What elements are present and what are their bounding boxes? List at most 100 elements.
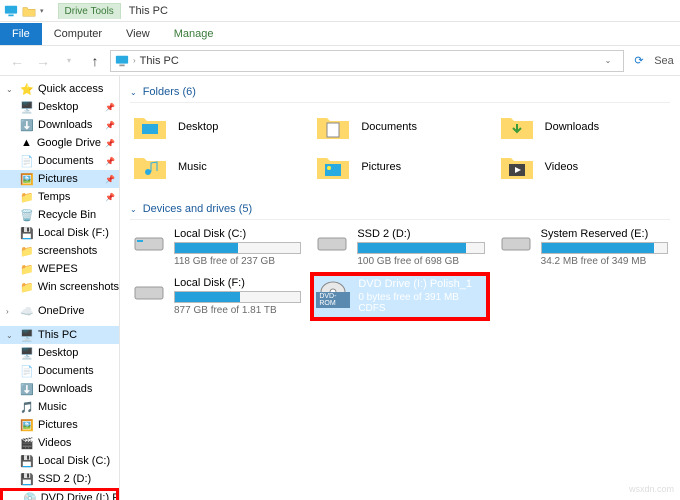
window-title: This PC bbox=[129, 5, 168, 17]
drive-local-f[interactable]: Local Disk (F:) 877 GB free of 1.81 TB bbox=[130, 275, 303, 318]
sidebar-item-pc-music[interactable]: 🎵Music bbox=[0, 398, 119, 416]
drive-local-c[interactable]: Local Disk (C:) 118 GB free of 237 GB bbox=[130, 226, 303, 269]
sidebar-item-pc-dvd[interactable]: 💿DVD Drive (I:) Polish bbox=[0, 488, 119, 500]
folder-pictures[interactable]: Pictures bbox=[313, 149, 486, 185]
expand-caret-icon[interactable]: › bbox=[6, 307, 16, 316]
content-pane: ⌄ Folders (6) Desktop Documents Download… bbox=[120, 76, 680, 500]
capacity-bar bbox=[174, 242, 301, 254]
star-icon: ⭐ bbox=[20, 82, 34, 96]
pictures-icon: 🖼️ bbox=[20, 172, 34, 186]
file-tab[interactable]: File bbox=[0, 23, 42, 45]
sidebar-item-pc-downloads[interactable]: ⬇️Downloads bbox=[0, 380, 119, 398]
pin-icon: 📌 bbox=[105, 175, 115, 184]
hdd-icon bbox=[499, 228, 533, 256]
documents-icon: 📄 bbox=[20, 364, 34, 378]
breadcrumb-this-pc[interactable]: This PC bbox=[140, 55, 179, 67]
address-input[interactable]: › This PC ⌄ bbox=[110, 50, 624, 72]
nav-forward-button: → bbox=[32, 50, 54, 72]
music-icon: 🎵 bbox=[20, 400, 34, 414]
sidebar-item-temps[interactable]: 📁Temps📌 bbox=[0, 188, 119, 206]
pin-icon: 📌 bbox=[105, 121, 115, 130]
sidebar-item-desktop[interactable]: 🖥️Desktop📌 bbox=[0, 98, 119, 116]
section-drives-header[interactable]: ⌄ Devices and drives (5) bbox=[130, 199, 670, 220]
pictures-folder-icon bbox=[315, 151, 351, 183]
drive-ssd2-d[interactable]: SSD 2 (D:) 100 GB free of 698 GB bbox=[313, 226, 486, 269]
folder-documents[interactable]: Documents bbox=[313, 109, 486, 145]
drive-icon: 💾 bbox=[20, 226, 34, 240]
tab-computer[interactable]: Computer bbox=[42, 23, 114, 45]
sidebar-item-pc-local-c[interactable]: 💾Local Disk (C:) bbox=[0, 452, 119, 470]
quick-access-folder-icon[interactable] bbox=[22, 4, 36, 18]
folder-icon: 📁 bbox=[20, 262, 34, 276]
downloads-folder-icon bbox=[499, 111, 535, 143]
drive-system-reserved-e[interactable]: System Reserved (E:) 34.2 MB free of 349… bbox=[497, 226, 670, 269]
drive-icon: 💾 bbox=[20, 472, 34, 486]
folder-icon: 📁 bbox=[20, 280, 34, 294]
sidebar-item-screenshots[interactable]: 📁screenshots bbox=[0, 242, 119, 260]
tab-manage[interactable]: Manage bbox=[162, 23, 226, 45]
downloads-icon: ⬇️ bbox=[20, 382, 34, 396]
sidebar-item-win-screenshots[interactable]: 📁Win screenshots bbox=[0, 278, 119, 296]
nav-up-button[interactable]: ↑ bbox=[84, 50, 106, 72]
collapse-caret-icon[interactable]: ⌄ bbox=[130, 205, 137, 214]
sidebar-this-pc[interactable]: ⌄ 🖥️ This PC bbox=[0, 326, 119, 344]
address-dropdown-icon[interactable]: ⌄ bbox=[597, 50, 619, 72]
collapse-caret-icon[interactable]: ⌄ bbox=[130, 88, 137, 97]
google-drive-icon: ▲ bbox=[20, 136, 33, 150]
sidebar-quick-access[interactable]: ⌄ ⭐ Quick access bbox=[0, 80, 119, 98]
this-pc-icon bbox=[115, 54, 129, 68]
navigation-pane[interactable]: ⌄ ⭐ Quick access 🖥️Desktop📌 ⬇️Downloads📌… bbox=[0, 76, 120, 500]
pin-icon: 📌 bbox=[105, 103, 115, 112]
videos-folder-icon bbox=[499, 151, 535, 183]
qat-dropdown-icon[interactable]: ▾ bbox=[36, 7, 48, 15]
expand-caret-icon[interactable]: ⌄ bbox=[6, 331, 16, 340]
pin-icon: 📌 bbox=[105, 157, 115, 166]
sidebar-item-documents[interactable]: 📄Documents📌 bbox=[0, 152, 119, 170]
folder-icon: 📁 bbox=[20, 190, 34, 204]
sidebar-item-wepes[interactable]: 📁WEPES bbox=[0, 260, 119, 278]
capacity-bar bbox=[174, 291, 301, 303]
folder-videos[interactable]: Videos bbox=[497, 149, 670, 185]
this-pc-icon: 🖥️ bbox=[20, 328, 34, 342]
nav-recent-dropdown[interactable]: ▾ bbox=[58, 50, 80, 72]
dvd-rom-badge: DVD-ROM bbox=[316, 292, 350, 308]
sidebar-item-pc-desktop[interactable]: 🖥️Desktop bbox=[0, 344, 119, 362]
sidebar-item-pc-documents[interactable]: 📄Documents bbox=[0, 362, 119, 380]
downloads-icon: ⬇️ bbox=[20, 118, 34, 132]
ribbon-tabs: File Computer View Manage bbox=[0, 22, 680, 46]
refresh-button[interactable]: ⟳ bbox=[628, 54, 650, 67]
context-tab-drive-tools[interactable]: Drive Tools bbox=[58, 3, 121, 19]
folder-desktop[interactable]: Desktop bbox=[130, 109, 303, 145]
breadcrumb-separator-icon[interactable]: › bbox=[133, 56, 136, 65]
expand-caret-icon[interactable]: ⌄ bbox=[6, 85, 16, 94]
hdd-icon bbox=[315, 228, 349, 256]
desktop-icon: 🖥️ bbox=[20, 346, 34, 360]
pin-icon: 📌 bbox=[105, 139, 115, 148]
folder-music[interactable]: Music bbox=[130, 149, 303, 185]
sidebar-item-pictures[interactable]: 🖼️Pictures📌 bbox=[0, 170, 119, 188]
address-bar: ← → ▾ ↑ › This PC ⌄ ⟳ Sea bbox=[0, 46, 680, 76]
recycle-bin-icon: 🗑️ bbox=[20, 208, 34, 222]
sidebar-item-local-disk-f[interactable]: 💾Local Disk (F:) bbox=[0, 224, 119, 242]
sidebar-item-pc-videos[interactable]: 🎬Videos bbox=[0, 434, 119, 452]
hdd-icon bbox=[132, 228, 166, 256]
sidebar-item-pc-pictures[interactable]: 🖼️Pictures bbox=[0, 416, 119, 434]
drive-dvd-i[interactable]: DVD-ROM DVD Drive (I:) Polish_1 0 bytes … bbox=[313, 275, 486, 318]
folder-downloads[interactable]: Downloads bbox=[497, 109, 670, 145]
tab-view[interactable]: View bbox=[114, 23, 162, 45]
section-folders-header[interactable]: ⌄ Folders (6) bbox=[130, 82, 670, 103]
sidebar-item-pc-ssd2[interactable]: 💾SSD 2 (D:) bbox=[0, 470, 119, 488]
desktop-icon: 🖥️ bbox=[20, 100, 34, 114]
dvd-drive-icon: DVD-ROM bbox=[316, 278, 350, 306]
app-icon bbox=[0, 0, 22, 22]
sidebar-item-downloads[interactable]: ⬇️Downloads📌 bbox=[0, 116, 119, 134]
hdd-icon bbox=[132, 277, 166, 305]
pictures-icon: 🖼️ bbox=[20, 418, 34, 432]
capacity-bar bbox=[357, 242, 484, 254]
search-button[interactable]: Sea bbox=[654, 55, 674, 67]
sidebar-item-recycle-bin[interactable]: 🗑️Recycle Bin bbox=[0, 206, 119, 224]
sidebar-onedrive[interactable]: › ☁️ OneDrive bbox=[0, 302, 119, 320]
drive-icon: 💾 bbox=[20, 454, 34, 468]
sidebar-item-google-drive[interactable]: ▲Google Drive📌 bbox=[0, 134, 119, 152]
nav-back-button[interactable]: ← bbox=[6, 50, 28, 72]
